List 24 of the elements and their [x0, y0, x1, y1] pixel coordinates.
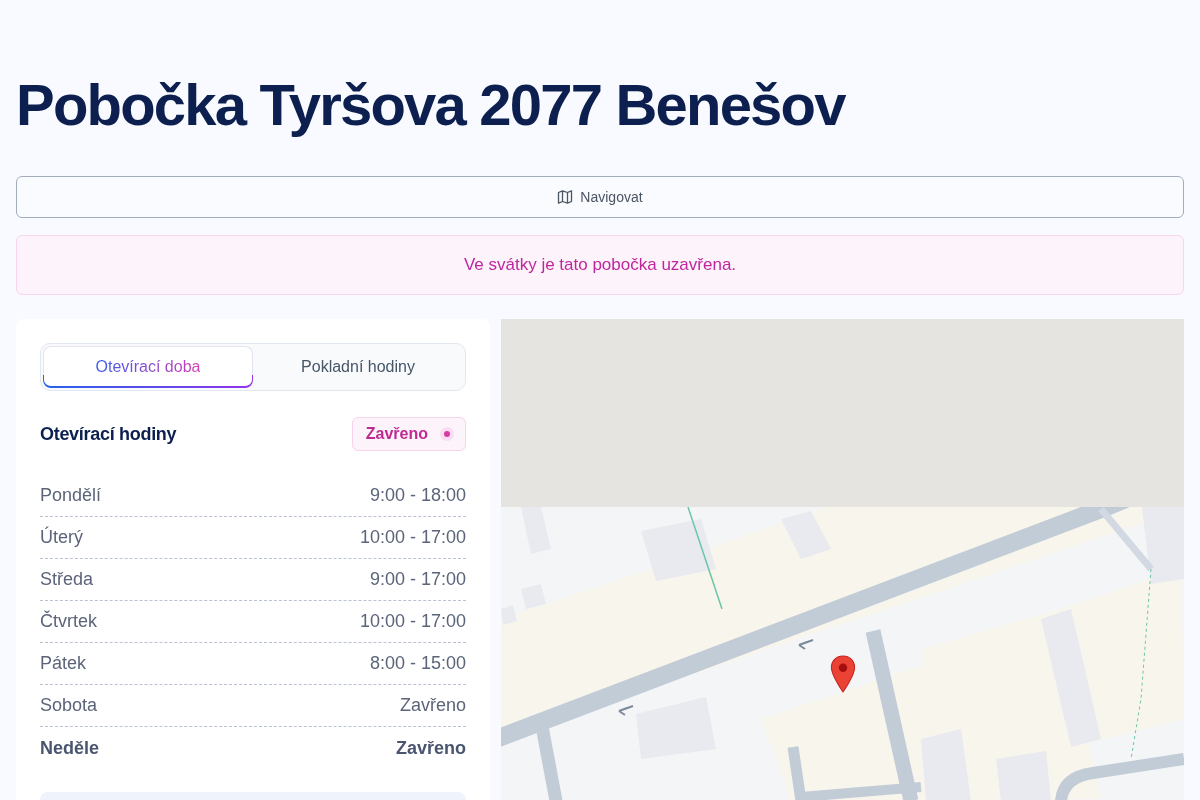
day-name: Úterý — [40, 527, 83, 548]
opening-hours: 9:00 - 17:00 — [369, 569, 466, 590]
day-name: Pondělí — [40, 485, 102, 506]
tab[interactable]: Otevírací doba — [43, 346, 253, 388]
opening-hours: 8:00 - 15:00 — [369, 653, 466, 674]
opening-hours: 9:00 - 18:00 — [369, 485, 466, 506]
status-dot-icon — [440, 427, 454, 441]
day-name: Pátek — [40, 653, 87, 674]
tab[interactable]: Pokladní hodiny — [253, 346, 463, 388]
folded-map-icon — [557, 189, 574, 205]
opening-hours: Zavřeno — [395, 737, 466, 759]
opening-hours: Zavřeno — [399, 695, 466, 716]
page-title: Pobočka Tyršova 2077 Benešov — [16, 71, 847, 139]
section-heading: Otevírací hodiny — [40, 423, 177, 445]
opening-hours: 10:00 - 17:00 — [359, 527, 466, 548]
day-name: Neděle — [40, 737, 100, 759]
day-name: Čtvrtek — [40, 611, 97, 632]
holiday-notice: Ve svátky je tato pobočka uzavřena. — [16, 235, 1184, 295]
navigate-button[interactable]: Navigovat — [16, 176, 1184, 218]
opening-hours: 10:00 - 17:00 — [359, 611, 466, 632]
map-pin-icon — [830, 655, 856, 693]
day-name: Středa — [40, 569, 94, 590]
status-badge: Zavřeno — [351, 417, 466, 451]
day-name: Sobota — [40, 695, 98, 716]
